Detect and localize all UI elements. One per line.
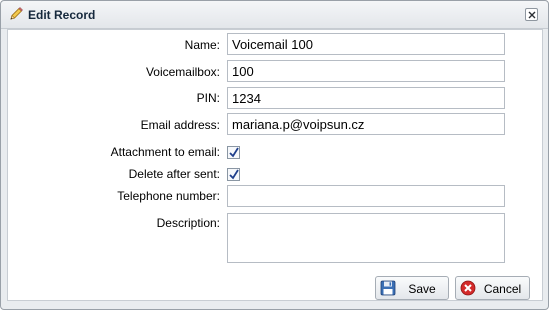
cancel-icon <box>460 280 476 296</box>
floppy-disk-icon <box>380 280 396 296</box>
save-button-label: Save <box>408 282 436 296</box>
dialog-body: Name: Voicemailbox: PIN: Email address: … <box>7 29 543 301</box>
description-label: Description: <box>156 216 220 230</box>
email-label: Email address: <box>140 118 220 132</box>
attachment-checkbox[interactable] <box>227 146 240 159</box>
delete-after-sent-label: Delete after sent: <box>128 167 220 181</box>
checkmark-icon <box>229 169 239 180</box>
voicemailbox-label: Voicemailbox: <box>145 65 220 79</box>
close-button[interactable] <box>525 8 538 21</box>
cancel-button-label: Cancel <box>483 282 522 296</box>
pin-input[interactable] <box>227 87 505 109</box>
name-label: Name: <box>184 38 220 52</box>
save-button[interactable]: Save <box>375 276 449 300</box>
attachment-label: Attachment to email: <box>110 145 220 159</box>
cancel-button[interactable]: Cancel <box>455 276 530 300</box>
pencil-icon <box>8 6 24 22</box>
dialog-title: Edit Record <box>28 8 96 22</box>
email-input[interactable] <box>227 113 505 135</box>
description-textarea[interactable] <box>227 213 505 263</box>
pin-label: PIN: <box>196 91 220 105</box>
dialog-titlebar[interactable]: Edit Record <box>1 1 548 29</box>
delete-after-sent-checkbox[interactable] <box>227 168 240 181</box>
edit-record-dialog: Edit Record Name: Voicemailbox: PIN: Ema… <box>0 0 549 310</box>
telephone-input[interactable] <box>227 185 505 207</box>
voicemailbox-input[interactable] <box>227 60 505 82</box>
telephone-label: Telephone number: <box>117 189 220 203</box>
close-icon <box>528 11 536 19</box>
name-input[interactable] <box>227 33 505 55</box>
checkmark-icon <box>229 147 239 158</box>
